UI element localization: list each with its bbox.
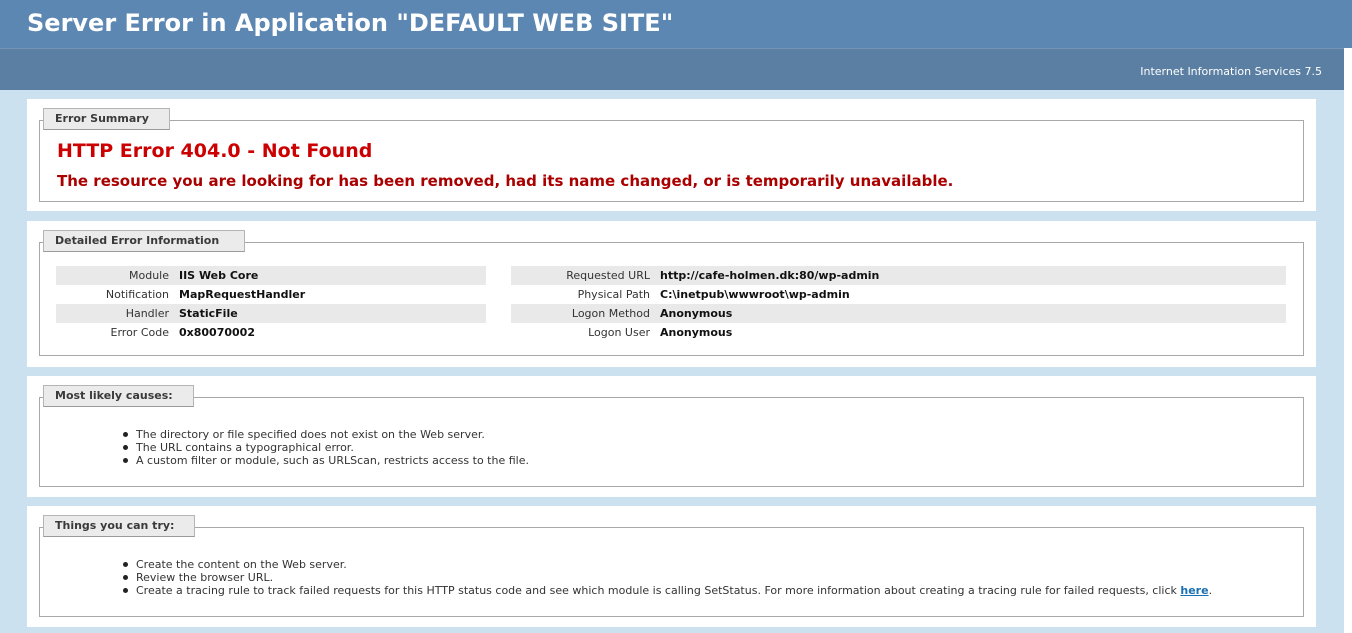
table-row: Physical Path C:\inetpub\wwwroot\wp-admi…: [511, 285, 1286, 304]
table-row: Error Code 0x80070002: [56, 323, 486, 342]
detail-table-left: Module IIS Web Core Notification MapRequ…: [56, 266, 486, 342]
cause-text: The URL contains a typographical error.: [136, 441, 354, 454]
try-panel: Things you can try: Create the content o…: [27, 506, 1316, 627]
detail-value-handler: StaticFile: [177, 304, 486, 323]
try-text: Review the browser URL.: [136, 571, 274, 584]
bullet-icon: [123, 562, 128, 567]
error-description: The resource you are looking for has bee…: [57, 172, 954, 190]
error-summary-panel: Error Summary HTTP Error 404.0 - Not Fou…: [27, 99, 1316, 211]
causes-legend: Most likely causes:: [43, 385, 194, 407]
detail-label-notification: Notification: [105, 288, 169, 301]
detailed-info-legend: Detailed Error Information: [43, 230, 245, 252]
causes-list: The directory or file specified does not…: [122, 428, 529, 467]
detail-value-module: IIS Web Core: [177, 266, 486, 285]
try-legend: Things you can try:: [43, 515, 195, 537]
detail-label-logon-user: Logon User: [588, 326, 650, 339]
table-row: Logon Method Anonymous: [511, 304, 1286, 323]
page-edge: [1344, 48, 1352, 633]
page-header: Server Error in Application "DEFAULT WEB…: [0, 0, 1352, 48]
bullet-icon: [123, 588, 128, 593]
list-item: Review the browser URL.: [122, 571, 1212, 584]
bullet-icon: [123, 445, 128, 450]
detail-label-physical-path: Physical Path: [577, 288, 650, 301]
list-item: Create the content on the Web server.: [122, 558, 1212, 571]
table-row: Logon User Anonymous: [511, 323, 1286, 342]
cause-text: A custom filter or module, such as URLSc…: [136, 454, 529, 467]
detail-value-physical-path: C:\inetpub\wwwroot\wp-admin: [660, 288, 850, 301]
detailed-info-panel: Detailed Error Information Module IIS We…: [27, 221, 1316, 367]
table-row: Notification MapRequestHandler: [56, 285, 486, 304]
error-summary-legend: Error Summary: [43, 108, 170, 130]
table-row: Requested URL http://cafe-holmen.dk:80/w…: [511, 266, 1286, 285]
causes-panel: Most likely causes: The directory or fil…: [27, 376, 1316, 497]
error-title: HTTP Error 404.0 - Not Found: [57, 140, 373, 162]
server-version: Internet Information Services 7.5: [1140, 65, 1322, 78]
detail-label-handler: Handler: [56, 304, 177, 323]
detail-label-module: Module: [56, 266, 177, 285]
detail-label-requested-url: Requested URL: [511, 266, 658, 285]
bullet-icon: [123, 458, 128, 463]
list-item: The directory or file specified does not…: [122, 428, 529, 441]
detail-value-logon-user: Anonymous: [660, 326, 733, 339]
list-item: A custom filter or module, such as URLSc…: [122, 454, 529, 467]
detail-label-logon-method: Logon Method: [511, 304, 658, 323]
try-text: Create the content on the Web server.: [136, 558, 347, 571]
try-link-suffix: .: [1208, 584, 1213, 597]
detail-value-requested-url: http://cafe-holmen.dk:80/wp-admin: [658, 266, 1286, 285]
server-info-bar: Internet Information Services 7.5: [0, 48, 1352, 90]
detail-value-error-code: 0x80070002: [179, 326, 255, 339]
list-item: The URL contains a typographical error.: [122, 441, 529, 454]
page-title: Server Error in Application "DEFAULT WEB…: [27, 9, 674, 37]
detail-value-logon-method: Anonymous: [658, 304, 1286, 323]
list-item: Create a tracing rule to track failed re…: [122, 584, 1212, 597]
cause-text: The directory or file specified does not…: [136, 428, 485, 441]
bullet-icon: [123, 575, 128, 580]
detail-label-error-code: Error Code: [110, 326, 169, 339]
try-list: Create the content on the Web server. Re…: [122, 558, 1212, 597]
bullet-icon: [123, 432, 128, 437]
try-text: Create a tracing rule to track failed re…: [136, 584, 1181, 597]
tracing-help-link[interactable]: here: [1180, 584, 1208, 597]
table-row: Handler StaticFile: [56, 304, 486, 323]
table-row: Module IIS Web Core: [56, 266, 486, 285]
detail-table-right: Requested URL http://cafe-holmen.dk:80/w…: [511, 266, 1286, 342]
detail-value-notification: MapRequestHandler: [179, 288, 306, 301]
